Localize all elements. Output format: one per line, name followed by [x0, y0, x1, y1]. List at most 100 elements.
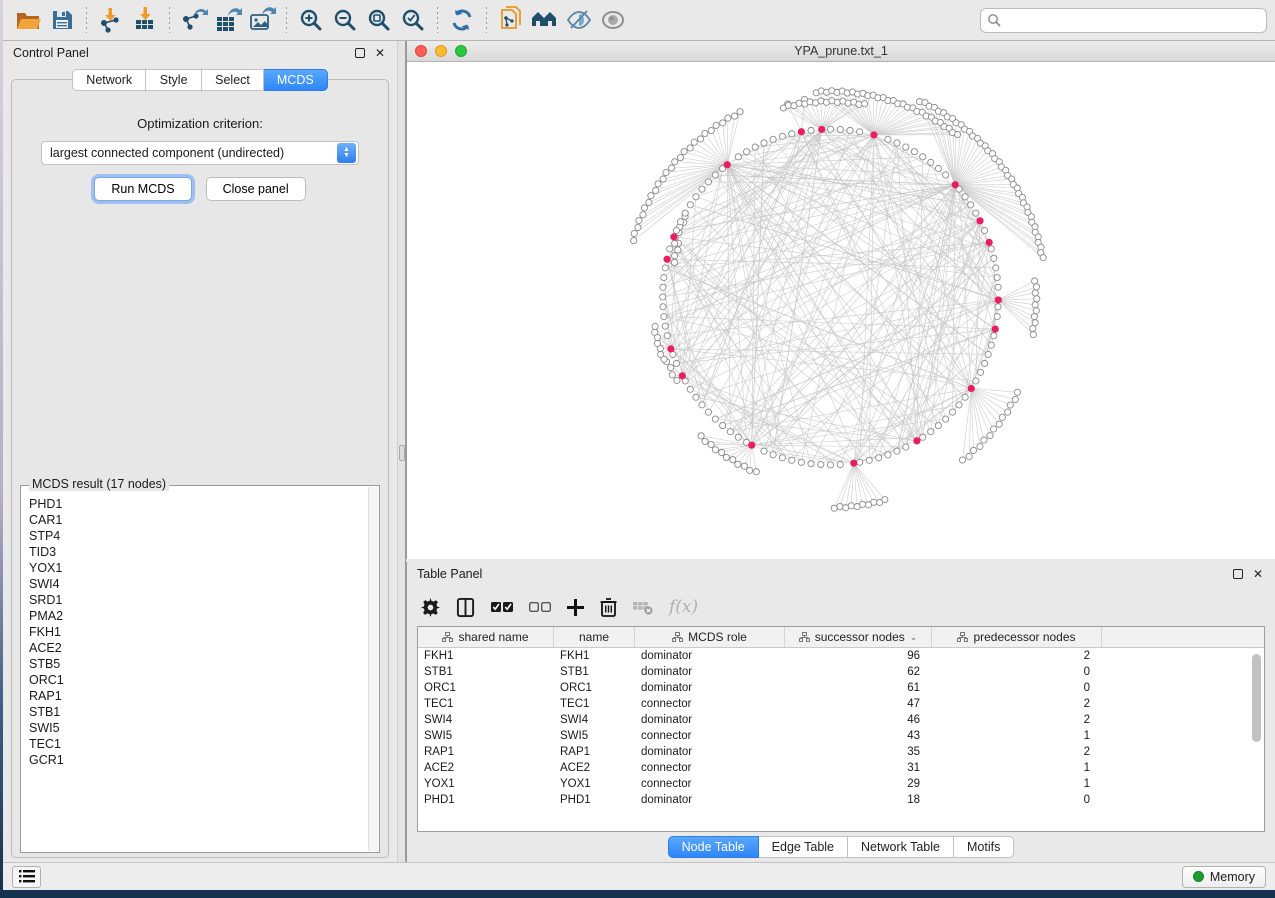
show-graphics-icon[interactable]	[596, 4, 630, 36]
ring-node[interactable]	[673, 227, 679, 233]
ring-node[interactable]	[911, 149, 917, 155]
table-row[interactable]: SWI5SWI5connector431	[418, 728, 1264, 744]
ring-node[interactable]	[712, 172, 718, 178]
ring-node[interactable]	[752, 144, 758, 150]
satellite-node[interactable]	[954, 131, 960, 137]
satellite-node[interactable]	[1030, 332, 1036, 338]
satellite-node[interactable]	[1032, 278, 1038, 284]
satellite-node[interactable]	[640, 212, 646, 218]
mcds-hub-node[interactable]	[986, 239, 993, 246]
satellite-node[interactable]	[713, 122, 719, 128]
ring-node[interactable]	[988, 246, 994, 252]
mcds-result-item[interactable]: YOX1	[29, 560, 368, 576]
satellite-node[interactable]	[987, 433, 993, 439]
mcds-result-item[interactable]: STP4	[29, 528, 368, 544]
tab-style[interactable]: Style	[146, 69, 202, 91]
satellite-node[interactable]	[843, 505, 849, 511]
satellite-node[interactable]	[702, 130, 708, 136]
satellite-node[interactable]	[732, 113, 738, 119]
satellite-node[interactable]	[831, 505, 837, 511]
zoom-in-icon[interactable]	[294, 4, 328, 36]
satellite-node[interactable]	[1032, 302, 1038, 308]
satellite-node[interactable]	[730, 457, 736, 463]
save-session-icon[interactable]	[45, 4, 79, 36]
ring-node[interactable]	[847, 127, 853, 133]
satellite-node[interactable]	[865, 502, 871, 508]
satellite-node[interactable]	[977, 443, 983, 449]
satellite-node[interactable]	[655, 181, 661, 187]
ring-node[interactable]	[935, 165, 941, 171]
ring-node[interactable]	[985, 351, 991, 357]
table-row[interactable]: SWI4SWI4dominator462	[418, 712, 1264, 728]
mcds-hub-node[interactable]	[913, 437, 920, 444]
memory-button[interactable]: Memory	[1182, 866, 1266, 888]
column-header-successor-nodes[interactable]: successor nodes⌄	[785, 627, 932, 647]
ring-node[interactable]	[837, 126, 843, 132]
ring-node[interactable]	[876, 455, 882, 461]
mcds-hub-node[interactable]	[798, 128, 805, 135]
refresh-layout-icon[interactable]	[445, 4, 479, 36]
ring-node[interactable]	[949, 409, 955, 415]
ring-node[interactable]	[699, 186, 705, 192]
mcds-hub-node[interactable]	[976, 217, 983, 224]
ring-node[interactable]	[995, 304, 1001, 310]
ring-node[interactable]	[962, 194, 968, 200]
ring-node[interactable]	[779, 133, 785, 139]
ring-node[interactable]	[857, 459, 863, 465]
ring-node[interactable]	[894, 448, 900, 454]
ring-node[interactable]	[885, 136, 891, 142]
ring-node[interactable]	[943, 416, 949, 422]
tab-mcds[interactable]: MCDS	[264, 69, 328, 91]
mcds-result-scrollbar[interactable]	[368, 487, 378, 851]
zoom-out-icon[interactable]	[328, 4, 362, 36]
mcds-hub-node[interactable]	[724, 161, 731, 168]
ring-node[interactable]	[664, 333, 670, 339]
column-header-name[interactable]: name	[554, 627, 635, 647]
mcds-hub-node[interactable]	[670, 233, 677, 240]
column-menu-chevron-icon[interactable]: ⌄	[910, 632, 918, 643]
ring-node[interactable]	[789, 457, 795, 463]
satellite-node[interactable]	[712, 447, 718, 453]
tab-network[interactable]: Network	[72, 69, 146, 91]
ring-node[interactable]	[993, 265, 999, 271]
column-header-predecessor-nodes[interactable]: predecessor nodes	[932, 627, 1102, 647]
satellite-node[interactable]	[671, 259, 677, 265]
ring-node[interactable]	[705, 179, 711, 185]
ring-node[interactable]	[866, 457, 872, 463]
satellite-node[interactable]	[1014, 389, 1020, 395]
mcds-result-item[interactable]: RAP1	[29, 688, 368, 704]
satellite-node[interactable]	[981, 437, 987, 443]
ring-node[interactable]	[687, 202, 693, 208]
satellite-node[interactable]	[1033, 308, 1039, 314]
satellite-node[interactable]	[1005, 409, 1011, 415]
ring-node[interactable]	[994, 313, 1000, 319]
satellite-node[interactable]	[653, 187, 659, 193]
ring-node[interactable]	[660, 304, 666, 310]
satellite-node[interactable]	[1040, 255, 1046, 261]
import-network-icon[interactable]	[94, 4, 128, 36]
satellite-node[interactable]	[807, 99, 813, 105]
hide-edges-icon[interactable]	[562, 4, 596, 36]
ring-node[interactable]	[661, 274, 667, 280]
satellite-node[interactable]	[725, 115, 731, 121]
ring-node[interactable]	[699, 402, 705, 408]
ring-node[interactable]	[779, 455, 785, 461]
satellite-node[interactable]	[658, 351, 664, 357]
mcds-hub-node[interactable]	[992, 325, 999, 332]
mcds-hub-node[interactable]	[952, 181, 959, 188]
satellite-node[interactable]	[737, 109, 743, 115]
search-field[interactable]	[980, 8, 1267, 33]
satellite-node[interactable]	[966, 453, 972, 459]
satellite-node[interactable]	[691, 139, 697, 145]
criterion-dropdown[interactable]: largest connected component (undirected)…	[41, 141, 359, 165]
close-panel-icon[interactable]: ✕	[373, 46, 387, 60]
satellite-node[interactable]	[660, 176, 666, 182]
search-input[interactable]	[1001, 13, 1260, 27]
mcds-result-item[interactable]: STB5	[29, 656, 368, 672]
satellite-node[interactable]	[735, 461, 741, 467]
ring-node[interactable]	[818, 461, 824, 467]
network-canvas[interactable]	[407, 62, 1275, 559]
ring-node[interactable]	[903, 144, 909, 150]
ring-node[interactable]	[928, 159, 934, 165]
ring-node[interactable]	[662, 265, 668, 271]
